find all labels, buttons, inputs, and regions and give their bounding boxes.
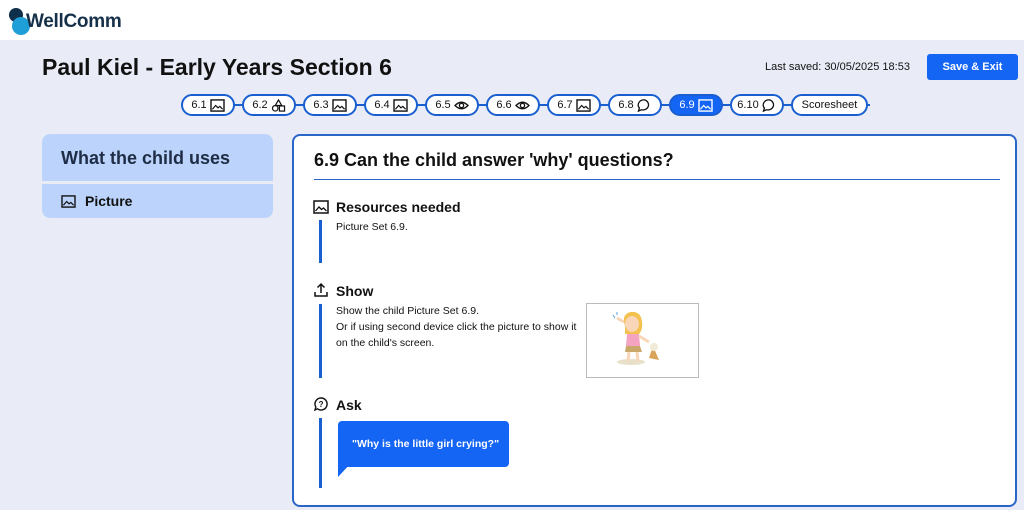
speech-bubble-tail <box>338 462 352 477</box>
show-line: on the child's screen. <box>336 337 435 349</box>
speech-bubble-icon <box>762 98 777 112</box>
picture-set-image[interactable] <box>586 303 699 378</box>
step-6-5[interactable]: 6.5 <box>425 94 479 116</box>
top-bar: WellComm <box>0 0 1024 40</box>
wellcomm-logo[interactable]: WellComm <box>6 4 136 38</box>
step-6-10[interactable]: 6.10 <box>730 94 784 116</box>
question-panel: 6.9 Can the child answer 'why' questions… <box>292 134 1017 507</box>
image-icon <box>209 98 225 112</box>
eye-icon <box>453 99 469 112</box>
step-label: 6.3 <box>313 99 329 111</box>
step-6-3[interactable]: 6.3 <box>303 94 357 116</box>
save-and-exit-button[interactable]: Save & Exit <box>927 54 1018 80</box>
step-label: 6.9 <box>679 99 695 111</box>
step-scoresheet[interactable]: Scoresheet <box>791 94 868 116</box>
step-6-4[interactable]: 6.4 <box>364 94 418 116</box>
step-label: 6.6 <box>496 99 512 111</box>
show-instructions: Show the child Picture Set 6.9. Or if us… <box>336 303 576 351</box>
section-step-navigator: 6.1 6.2 6.3 6.4 6.5 6.6 6.7 6.8 6.9 6.10 Scoreshee… <box>181 94 868 116</box>
step-6-7[interactable]: 6.7 <box>547 94 601 116</box>
step-6-9[interactable]: 6.9 <box>669 94 723 116</box>
step-label: 6.5 <box>435 99 451 111</box>
what-child-uses-panel: What the child uses Picture <box>42 134 273 218</box>
last-saved-text: Last saved: 30/05/2025 18:53 <box>765 61 910 73</box>
page-title: Paul Kiel - Early Years Section 6 <box>42 54 392 80</box>
ask-speech-bubble: "Why is the little girl crying?" <box>338 421 509 467</box>
resources-bar <box>319 220 322 263</box>
sidebar-item-picture[interactable]: Picture <box>42 184 273 218</box>
step-label: 6.10 <box>737 99 759 111</box>
speech-bubble-icon <box>637 98 652 112</box>
ask-heading: Ask <box>336 397 362 413</box>
step-6-6[interactable]: 6.6 <box>486 94 540 116</box>
crying-girl-illustration <box>612 311 659 365</box>
logo-text: WellComm <box>26 11 122 32</box>
image-icon <box>61 194 76 208</box>
resources-text: Picture Set 6.9. <box>336 221 408 233</box>
upload-icon <box>314 282 328 297</box>
show-line: Show the child Picture Set 6.9. <box>336 305 479 317</box>
svg-text:?: ? <box>319 400 324 409</box>
step-label: 6.8 <box>618 99 634 111</box>
show-bar <box>319 304 322 378</box>
eye-icon <box>514 99 530 112</box>
image-icon <box>392 98 408 112</box>
question-title: 6.9 Can the child answer 'why' questions… <box>314 150 674 170</box>
step-6-2[interactable]: 6.2 <box>242 94 296 116</box>
sidebar-heading: What the child uses <box>42 134 273 181</box>
step-label: 6.2 <box>252 99 268 111</box>
image-icon <box>697 98 713 112</box>
title-divider <box>314 179 1000 180</box>
image-icon <box>575 98 591 112</box>
step-label: Scoresheet <box>801 99 858 111</box>
step-label: 6.7 <box>557 99 573 111</box>
image-icon <box>313 200 329 214</box>
show-line: Or if using second device click the pict… <box>336 321 577 333</box>
step-6-8[interactable]: 6.8 <box>608 94 662 116</box>
question-bubble-icon: ? <box>313 397 328 412</box>
shapes-icon <box>271 98 286 112</box>
sidebar-item-label: Picture <box>85 193 133 209</box>
image-icon <box>331 98 347 112</box>
step-label: 6.4 <box>374 99 390 111</box>
step-6-1[interactable]: 6.1 <box>181 94 235 116</box>
resources-heading: Resources needed <box>336 199 461 215</box>
show-heading: Show <box>336 283 374 299</box>
ask-bar <box>319 418 322 488</box>
step-label: 6.1 <box>191 99 207 111</box>
